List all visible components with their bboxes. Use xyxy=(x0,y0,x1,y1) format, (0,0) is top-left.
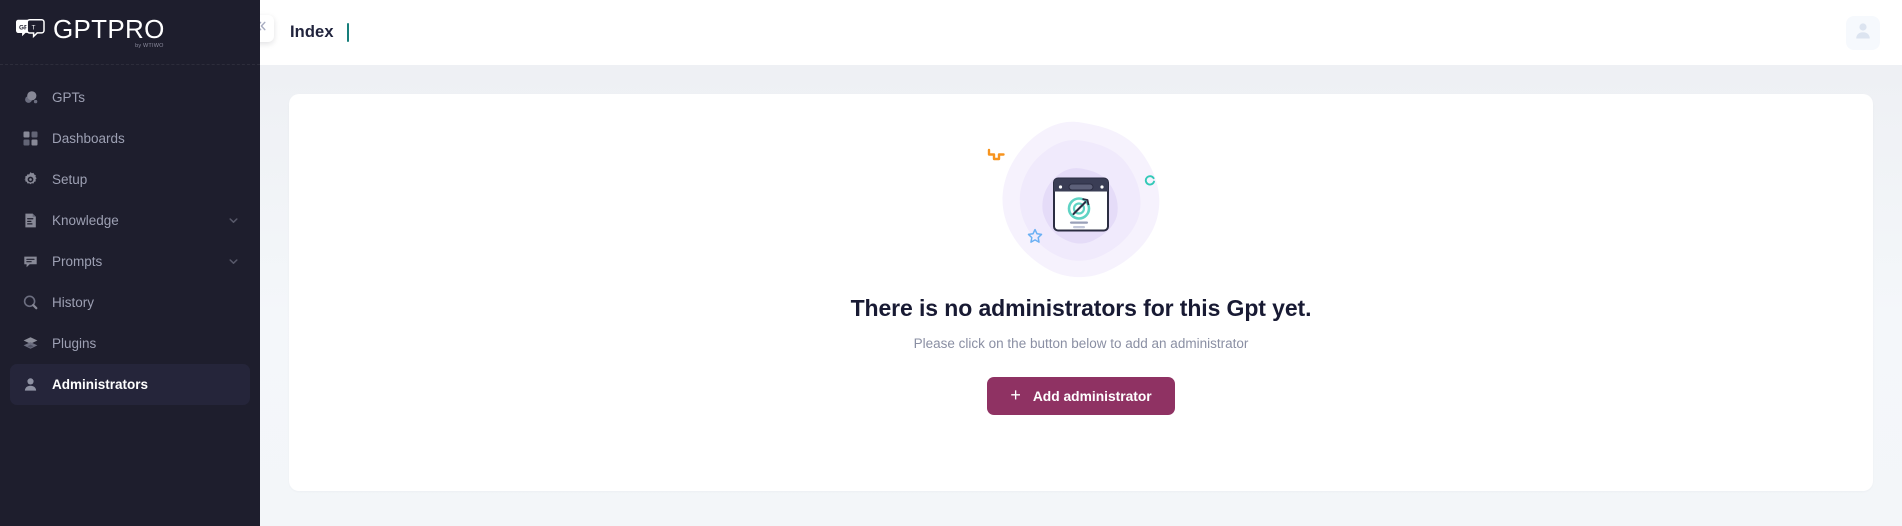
add-administrator-button[interactable]: + Add administrator xyxy=(987,377,1175,415)
chat-bubbles-gpt-logo-icon: GPT T xyxy=(14,19,48,45)
illustration-blobs xyxy=(1002,121,1160,277)
chevron-down-icon[interactable] xyxy=(226,215,240,226)
sidebar-item-prompts[interactable]: Prompts xyxy=(10,241,250,282)
svg-text:T: T xyxy=(32,25,36,32)
empty-state-subtitle: Please click on the button below to add … xyxy=(913,336,1249,351)
empty-state-card: There is no administrators for this Gpt … xyxy=(289,94,1873,491)
gpts-bubbles-icon xyxy=(22,89,44,106)
avatar[interactable] xyxy=(1846,15,1880,50)
sidebar-item-label: Administrators xyxy=(52,377,149,392)
browser-window-target-check-icon xyxy=(1053,177,1109,231)
add-administrator-label: Add administrator xyxy=(1032,388,1152,404)
layers-stack-icon xyxy=(22,335,44,352)
sidebar-item-label: Plugins xyxy=(52,336,97,351)
page-title: Index xyxy=(290,23,334,41)
sidebar-item-label: Prompts xyxy=(52,254,103,269)
search-icon xyxy=(22,294,44,311)
sidebar-item-label: Setup xyxy=(52,172,88,187)
empty-state-title: There is no administrators for this Gpt … xyxy=(850,295,1312,321)
sidebar-item-history[interactable]: History xyxy=(10,282,250,323)
brand-logo[interactable]: GPT T GPTPRO by WTIWO xyxy=(0,0,260,65)
sidebar-item-administrators[interactable]: Administrators xyxy=(10,364,250,405)
sidebar-item-setup[interactable]: Setup xyxy=(10,159,250,200)
grid-squares-icon xyxy=(22,130,44,147)
sidebar: GPT T GPTPRO by WTIWO GPTs Dashboards Se… xyxy=(0,0,260,526)
content-area: There is no administrators for this Gpt … xyxy=(260,65,1902,526)
chevron-down-icon[interactable] xyxy=(226,256,240,267)
empty-state-illustration xyxy=(961,116,1201,291)
brand-subtitle: by WTIWO xyxy=(135,43,164,49)
sidebar-item-gpts[interactable]: GPTs xyxy=(10,77,250,118)
gear-icon xyxy=(22,171,44,188)
topbar: Index xyxy=(247,0,1902,65)
orange-zigzag-arrow-icon xyxy=(987,148,1005,161)
sidebar-item-label: GPTs xyxy=(52,90,86,105)
sidebar-nav: GPTs Dashboards Setup Knowledge Prompts … xyxy=(0,65,260,405)
plus-icon: + xyxy=(1010,385,1021,405)
chat-message-icon xyxy=(22,253,44,270)
sidebar-item-label: Dashboards xyxy=(52,131,125,146)
blue-star-outline-icon xyxy=(1027,228,1043,243)
person-icon xyxy=(22,376,44,393)
user-avatar-icon xyxy=(1852,19,1874,46)
brand-title: GPTPRO xyxy=(53,14,165,44)
sidebar-item-plugins[interactable]: Plugins xyxy=(10,323,250,364)
sidebar-item-label: Knowledge xyxy=(52,213,119,228)
document-lines-icon xyxy=(22,212,44,229)
sidebar-item-dashboards[interactable]: Dashboards xyxy=(10,118,250,159)
main-area: Index There is no administrators for thi… xyxy=(247,0,1902,526)
teal-spinner-arc-icon xyxy=(1144,175,1155,186)
sidebar-item-knowledge[interactable]: Knowledge xyxy=(10,200,250,241)
sidebar-item-label: History xyxy=(52,295,95,310)
title-divider xyxy=(346,23,349,42)
